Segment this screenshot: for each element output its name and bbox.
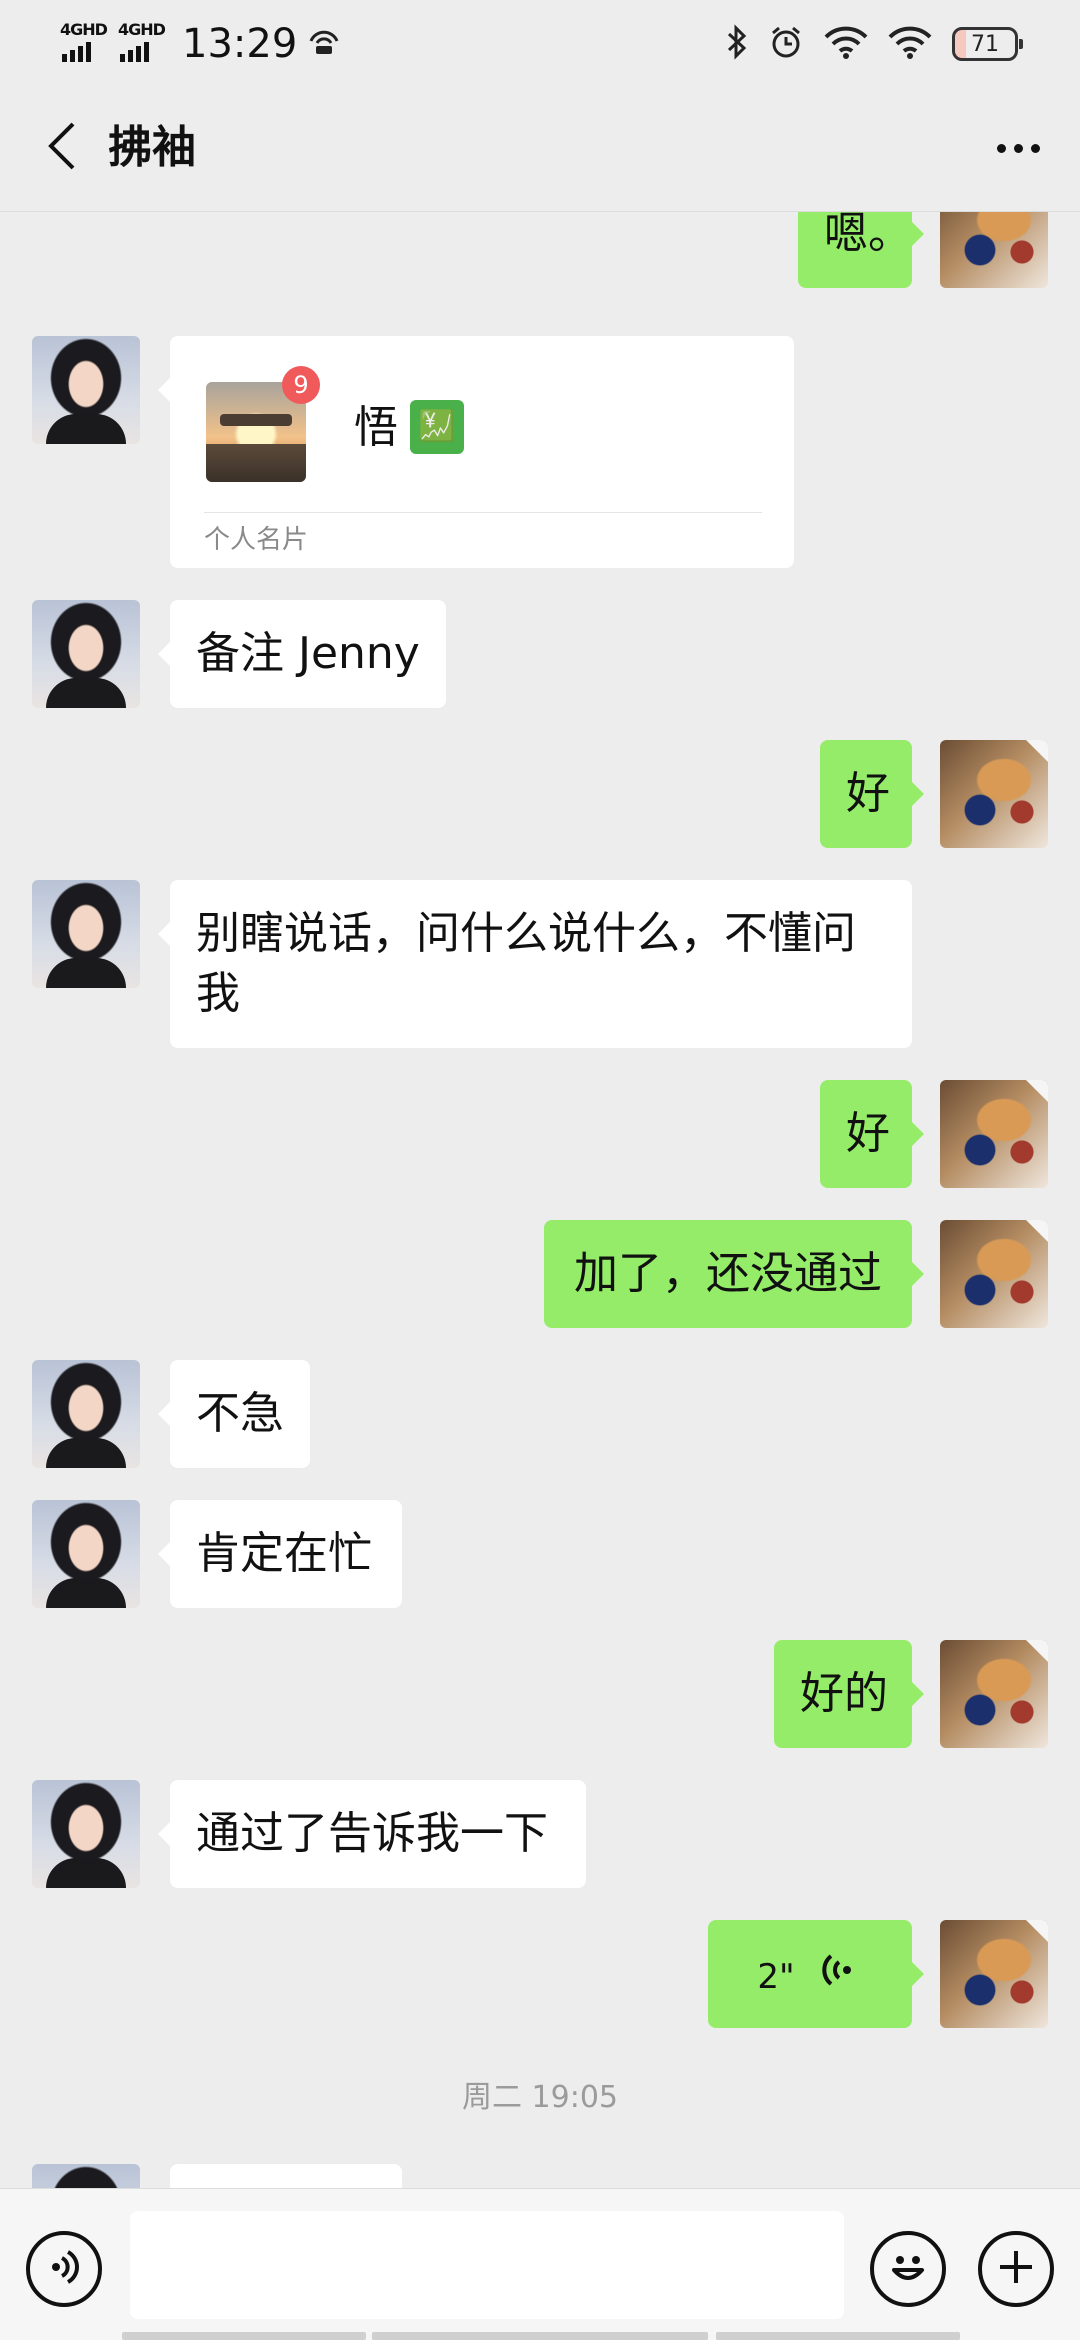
status-right: 71 xyxy=(726,16,1023,72)
status-bar: 4GHD 4GHD 13:29 71 xyxy=(0,0,1080,84)
wifi-2-icon xyxy=(888,25,932,63)
alarm-icon xyxy=(768,24,804,64)
unread-badge: 9 xyxy=(282,366,320,404)
message-bubble[interactable]: 好 xyxy=(820,740,924,848)
card-name: 悟 xyxy=(354,402,398,453)
more-button[interactable] xyxy=(986,116,1050,180)
my-avatar[interactable] xyxy=(940,1920,1048,2028)
message-bubble[interactable]: 肯定在忙 xyxy=(158,1500,402,1608)
card-divider xyxy=(204,512,762,513)
card-type-label: 个人名片 xyxy=(204,525,309,555)
bluetooth-icon xyxy=(726,24,748,64)
contact-avatar[interactable] xyxy=(32,1360,140,1468)
back-arrow-icon xyxy=(47,121,77,175)
my-avatar[interactable] xyxy=(940,212,1048,288)
plus-icon xyxy=(994,2245,1038,2293)
my-avatar[interactable] xyxy=(940,740,1048,848)
signal-1-icon: 4GHD xyxy=(60,20,108,68)
contact-card-message[interactable]: 9 悟 💹 个人名片 xyxy=(158,336,794,568)
contact-avatar[interactable] xyxy=(32,600,140,708)
date-separator: 周二 19:05 xyxy=(462,2080,618,2115)
message-bubble[interactable]: 好的 xyxy=(774,1640,924,1748)
message-bubble[interactable]: 加了，还没通过 xyxy=(544,1220,924,1328)
title-bar: 拂袖 xyxy=(0,84,1080,212)
my-avatar[interactable] xyxy=(940,1220,1048,1328)
message-bubble[interactable]: 别瞎说话，问什么说什么，不懂问我 xyxy=(158,880,912,1048)
more-functions-button[interactable] xyxy=(978,2231,1054,2307)
message-bubble[interactable]: 通过了告诉我一下 xyxy=(158,1780,586,1888)
voice-wave-icon xyxy=(819,1925,853,2033)
emoji-button[interactable] xyxy=(870,2231,946,2307)
message-bubble[interactable]: 不急 xyxy=(158,1360,310,1468)
voice-duration: 2" xyxy=(757,1957,795,1997)
contact-avatar[interactable] xyxy=(32,1500,140,1608)
message-bubble[interactable]: 嗯。 xyxy=(798,212,924,288)
message-bubble[interactable]: 好 xyxy=(820,1080,924,1188)
chat-title: 拂袖 xyxy=(108,122,196,173)
signal-1-label: 4GHD xyxy=(60,20,108,39)
voice-message-bubble[interactable]: 2" xyxy=(708,1920,924,2028)
voice-toggle-button[interactable] xyxy=(26,2231,102,2307)
battery-indicator: 71 xyxy=(952,27,1023,61)
my-avatar[interactable] xyxy=(940,1640,1048,1748)
clock: 13:29 xyxy=(182,21,298,67)
gesture-bar xyxy=(0,2332,1080,2340)
contact-avatar[interactable] xyxy=(32,336,140,444)
voice-mode-icon xyxy=(44,2247,84,2291)
message-bubble[interactable] xyxy=(170,2164,402,2188)
back-button[interactable] xyxy=(30,116,94,180)
my-avatar[interactable] xyxy=(940,1080,1048,1188)
contact-avatar[interactable] xyxy=(32,2164,140,2188)
more-dots-icon xyxy=(996,143,1006,153)
input-bar xyxy=(0,2188,1080,2340)
contact-avatar[interactable] xyxy=(32,1780,140,1888)
status-left: 4GHD 4GHD 13:29 xyxy=(60,16,341,72)
emoji-icon xyxy=(883,2242,933,2296)
signal-2-icon: 4GHD xyxy=(118,20,166,68)
message-list[interactable]: 嗯。 9 悟 💹 个人名片 备注 Jenny 好 别瞎说话，问什么说什么，不懂问… xyxy=(0,212,1080,2188)
hotspot-icon xyxy=(307,27,341,61)
chart-emoji-icon: 💹 xyxy=(410,400,464,454)
signal-2-label: 4GHD xyxy=(118,20,166,39)
wifi-icon xyxy=(824,25,868,63)
message-input[interactable] xyxy=(130,2211,844,2319)
chat-screen: 4GHD 4GHD 13:29 71 拂袖 嗯。 9 悟 💹 个人名片 备注 J… xyxy=(0,0,1080,2340)
message-bubble[interactable]: 备注 Jenny xyxy=(158,600,446,708)
contact-avatar[interactable] xyxy=(32,880,140,988)
